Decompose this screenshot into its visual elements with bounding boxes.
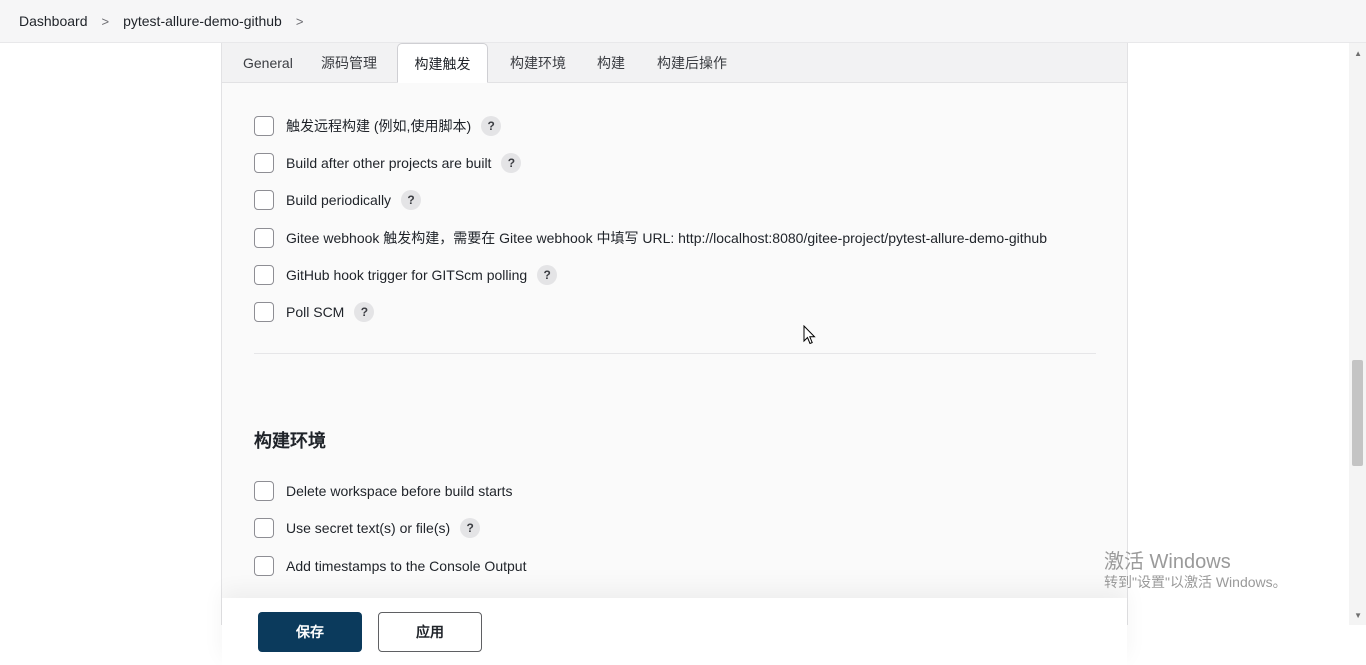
breadcrumb-dashboard[interactable]: Dashboard	[19, 13, 88, 29]
breadcrumb-separator-icon[interactable]: >	[296, 14, 304, 29]
checkbox[interactable]	[254, 302, 274, 322]
mouse-cursor-icon	[803, 325, 816, 345]
config-content: 触发远程构建 (例如,使用脚本) ? Build after other pro…	[222, 83, 1127, 665]
windows-activation-watermark-subtitle: 转到"设置"以激活 Windows。	[1104, 574, 1287, 590]
option-label: Add timestamps to the Console Output	[286, 558, 527, 574]
help-icon[interactable]: ?	[537, 265, 558, 285]
option-label: Delete workspace before build starts	[286, 483, 513, 499]
checkbox[interactable]	[254, 481, 274, 501]
tab-build-triggers[interactable]: 构建触发器	[397, 43, 488, 112]
scrollbar-thumb[interactable]	[1352, 360, 1363, 466]
help-icon[interactable]: ?	[481, 116, 502, 136]
section-divider	[254, 353, 1096, 354]
tab-build[interactable]: 构建	[587, 43, 635, 82]
option-label: Gitee webhook 触发构建，需要在 Gitee webhook 中填写…	[286, 230, 1048, 246]
trigger-build-after-other-projects[interactable]: Build after other projects are built ?	[254, 151, 522, 175]
help-icon[interactable]: ?	[354, 302, 375, 322]
scroll-up-arrow-icon[interactable]: ▲	[1354, 49, 1362, 58]
trigger-github-hook[interactable]: GitHub hook trigger for GITScm polling ?	[254, 263, 558, 287]
checkbox[interactable]	[254, 228, 274, 248]
option-label: Poll SCM	[286, 304, 345, 320]
scroll-down-arrow-icon[interactable]: ▼	[1354, 611, 1362, 620]
trigger-remote-build[interactable]: 触发远程构建 (例如,使用脚本) ?	[254, 114, 502, 138]
tab-build-environment[interactable]: 构建环境	[500, 43, 576, 82]
trigger-poll-scm[interactable]: Poll SCM ?	[254, 300, 375, 324]
checkbox[interactable]	[254, 116, 274, 136]
checkbox[interactable]	[254, 556, 274, 576]
config-tabs: General 源码管理 构建触发器 构建环境 构建 构建后操作	[222, 43, 1127, 112]
env-use-secret-text[interactable]: Use secret text(s) or file(s) ?	[254, 516, 481, 540]
option-label: GitHub hook trigger for GITScm polling	[286, 267, 528, 283]
option-label: Build periodically	[286, 192, 392, 208]
checkbox[interactable]	[254, 265, 274, 285]
tab-general[interactable]: General	[233, 43, 303, 82]
option-label: Build after other projects are built	[286, 155, 492, 171]
page-scrollbar[interactable]	[1349, 43, 1366, 625]
windows-activation-watermark-title: 激活 Windows	[1104, 551, 1231, 573]
tab-source-management[interactable]: 源码管理	[311, 43, 387, 82]
env-delete-workspace[interactable]: Delete workspace before build starts	[254, 479, 512, 503]
help-icon[interactable]: ?	[401, 190, 422, 210]
checkbox[interactable]	[254, 153, 274, 173]
breadcrumb-separator-icon: >	[101, 13, 110, 29]
section-title-build-environment: 构建环境	[254, 431, 326, 451]
trigger-build-periodically[interactable]: Build periodically ?	[254, 188, 422, 212]
option-label: Use secret text(s) or file(s)	[286, 520, 451, 536]
trigger-gitee-webhook[interactable]: Gitee webhook 触发构建，需要在 Gitee webhook 中填写…	[254, 226, 1047, 250]
action-bar: 保存 应用	[222, 598, 1127, 665]
breadcrumb: Dashboard > pytest-allure-demo-github >	[0, 0, 1366, 43]
checkbox[interactable]	[254, 190, 274, 210]
breadcrumb-project[interactable]: pytest-allure-demo-github	[123, 13, 282, 29]
option-label: 触发远程构建 (例如,使用脚本)	[286, 118, 472, 134]
help-icon[interactable]: ?	[460, 518, 481, 538]
config-panel: General 源码管理 构建触发器 构建环境 构建 构建后操作 触发远程构建 …	[221, 43, 1128, 665]
help-icon[interactable]: ?	[501, 153, 522, 173]
env-add-timestamps[interactable]: Add timestamps to the Console Output	[254, 554, 526, 578]
tab-post-build-actions[interactable]: 构建后操作	[647, 43, 737, 82]
apply-button[interactable]: 应用	[378, 612, 482, 652]
checkbox[interactable]	[254, 518, 274, 538]
save-button[interactable]: 保存	[258, 612, 362, 652]
